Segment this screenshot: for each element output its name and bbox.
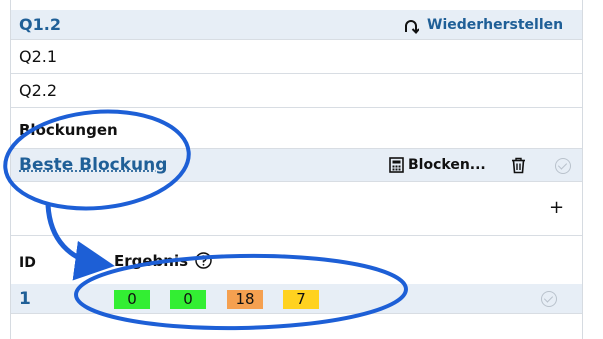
blocken-label: Blocken... bbox=[408, 157, 486, 173]
question-group-title: Q1.2 bbox=[19, 15, 61, 34]
result-id: 1 bbox=[19, 289, 31, 309]
calculator-icon bbox=[389, 157, 404, 173]
restore-label: Wiederherstellen bbox=[427, 17, 564, 33]
blocking-panel: Q1.2 Wiederherstellen Q2.1 Q2.2 Blockung… bbox=[10, 0, 583, 339]
question-group-header[interactable]: Q1.2 Wiederherstellen bbox=[11, 10, 582, 40]
section-title: Blockungen bbox=[19, 121, 118, 139]
column-header-result: Ergebnis bbox=[114, 252, 189, 270]
check-circle-icon[interactable] bbox=[541, 291, 557, 307]
column-header-id: ID bbox=[19, 255, 36, 271]
question-row[interactable]: Q2.2 bbox=[11, 74, 582, 108]
result-badge-orange: 18 bbox=[227, 290, 263, 309]
add-blocking-row: + bbox=[11, 182, 582, 236]
question-label: Q2.2 bbox=[19, 81, 58, 100]
result-badge-yellow: 7 bbox=[283, 290, 319, 309]
blockings-section: Blockungen bbox=[11, 108, 582, 148]
add-button[interactable]: + bbox=[549, 198, 564, 218]
result-badge-green: 0 bbox=[114, 290, 150, 309]
help-circle-icon[interactable] bbox=[195, 252, 212, 269]
result-badge-green: 0 bbox=[170, 290, 206, 309]
check-circle-icon[interactable] bbox=[555, 158, 571, 174]
question-row[interactable]: Q2.1 bbox=[11, 40, 582, 74]
blocken-button[interactable]: Blocken... bbox=[389, 154, 489, 176]
blocking-row-active[interactable]: Beste Blockung Blocken... bbox=[11, 148, 582, 182]
trash-icon[interactable] bbox=[511, 157, 526, 174]
undo-arrow-icon bbox=[403, 18, 420, 34]
blocking-name[interactable]: Beste Blockung bbox=[19, 155, 167, 175]
question-label: Q2.1 bbox=[19, 47, 58, 66]
results-header-row: ID Ergebnis bbox=[11, 236, 582, 284]
result-row[interactable]: 1 0 0 18 7 bbox=[11, 284, 582, 314]
